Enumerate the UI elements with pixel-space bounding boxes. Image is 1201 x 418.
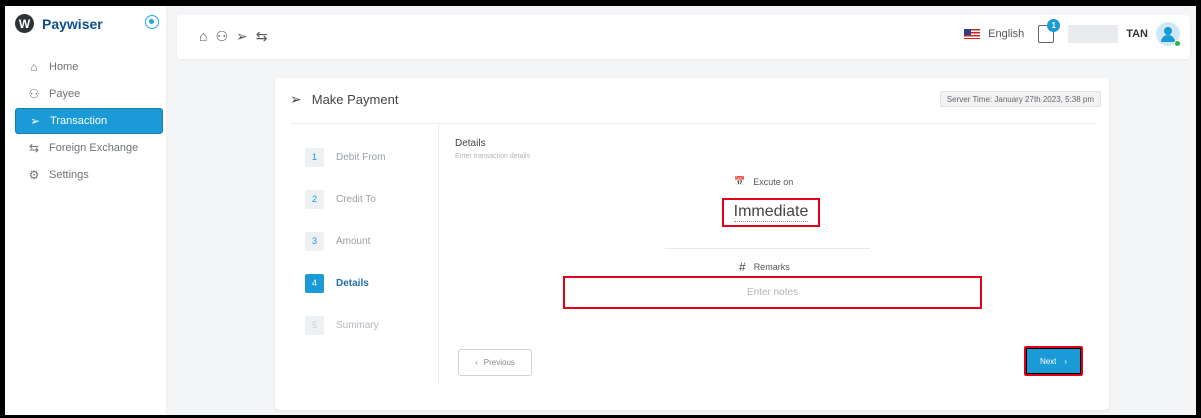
execute-on-label: 📅 Excute on <box>734 176 793 187</box>
step-number: 1 <box>305 147 324 167</box>
user-icon-body <box>1161 35 1175 42</box>
step-number: 3 <box>305 231 324 251</box>
sidebar-toggle-icon[interactable] <box>145 15 159 29</box>
make-payment-card: ➢ Make Payment Server Time: January 27th… <box>275 78 1109 410</box>
previous-label: Previous <box>483 358 515 367</box>
user-icon <box>1164 27 1172 35</box>
gear-icon: ⚙ <box>28 168 40 182</box>
document-icon[interactable]: 1 <box>1038 19 1061 43</box>
sidebar-item-label: Payee <box>49 88 81 100</box>
remarks-input[interactable] <box>563 276 982 309</box>
previous-button[interactable]: ‹ Previous <box>458 349 532 376</box>
exchange-icon[interactable]: ⇆ <box>256 28 268 45</box>
notification-badge: 1 <box>1047 19 1061 32</box>
brand[interactable]: W Paywiser <box>15 14 103 33</box>
exchange-icon: ⇆ <box>28 141 40 155</box>
remarks-label: # Remarks <box>739 260 790 274</box>
step-number: 2 <box>305 189 324 209</box>
remarks-text: Remarks <box>753 262 790 272</box>
calendar-icon: 📅 <box>734 176 746 186</box>
app-window: W Paywiser ⌂ Home ⚇ Payee ➢ Transaction … <box>5 6 1196 415</box>
step-number: 4 <box>305 273 324 293</box>
sidebar-item-settings[interactable]: ⚙ Settings <box>15 162 163 188</box>
step-number: 5 <box>305 315 324 335</box>
user-name[interactable]: TAN <box>1126 28 1148 40</box>
brand-logo: W <box>15 14 34 33</box>
language-selector[interactable]: English <box>988 28 1024 40</box>
top-right-controls: English 1 TAN <box>964 19 1181 47</box>
payee-icon[interactable]: ⚇ <box>215 28 228 45</box>
quick-actions: ⌂ ⚇ ➢ ⇆ <box>199 28 268 45</box>
step-summary: 5 Summary <box>305 304 425 346</box>
sidebar-item-transaction[interactable]: ➢ Transaction <box>15 108 163 134</box>
divider <box>665 248 870 249</box>
sidebar-item-label: Transaction <box>50 115 108 127</box>
user-name-redacted <box>1068 25 1119 43</box>
step-details[interactable]: 4 Details <box>305 262 425 304</box>
payee-icon: ⚇ <box>28 87 40 101</box>
step-list: 1 Debit From 2 Credit To 3 Amount 4 Deta… <box>305 136 425 346</box>
sidebar-item-foreign-exchange[interactable]: ⇆ Foreign Exchange <box>15 135 163 161</box>
step-label: Credit To <box>336 193 376 205</box>
step-credit-to[interactable]: 2 Credit To <box>305 178 425 220</box>
next-button[interactable]: Next › <box>1024 346 1083 376</box>
sidebar-item-payee[interactable]: ⚇ Payee <box>15 81 163 107</box>
online-status-dot <box>1174 40 1181 47</box>
chevron-right-icon: › <box>1064 356 1068 366</box>
execute-on-selector[interactable]: Immediate <box>722 198 820 227</box>
section-title: Details <box>455 138 486 149</box>
step-label: Details <box>336 277 369 289</box>
step-label: Amount <box>336 235 371 247</box>
page-title: Make Payment <box>311 92 399 107</box>
top-bar: ⌂ ⚇ ➢ ⇆ English 1 TAN <box>177 15 1190 59</box>
step-label: Summary <box>336 319 379 331</box>
sidebar-nav: ⌂ Home ⚇ Payee ➢ Transaction ⇆ Foreign E… <box>15 54 163 189</box>
hash-icon: # <box>739 260 746 274</box>
send-icon: ➢ <box>29 114 41 128</box>
home-icon: ⌂ <box>30 60 38 74</box>
server-time: Server Time: January 27th 2023, 5:38 pm <box>939 91 1101 107</box>
home-icon[interactable]: ⌂ <box>199 28 207 45</box>
section-subtitle: Enter transaction details <box>455 153 531 160</box>
step-label: Debit From <box>336 151 386 163</box>
card-header: ➢ Make Payment <box>290 91 398 108</box>
divider <box>438 124 439 384</box>
divider <box>290 123 1097 124</box>
sidebar: W Paywiser ⌂ Home ⚇ Payee ➢ Transaction … <box>5 6 167 415</box>
sidebar-item-label: Home <box>49 61 79 73</box>
step-debit-from[interactable]: 1 Debit From <box>305 136 425 178</box>
send-icon[interactable]: ➢ <box>236 28 248 45</box>
send-icon: ➢ <box>290 91 302 107</box>
execute-on-text: Excute on <box>753 176 794 187</box>
sidebar-item-label: Settings <box>49 169 89 181</box>
execute-on-value: Immediate <box>733 203 809 222</box>
avatar[interactable] <box>1156 22 1181 47</box>
step-amount[interactable]: 3 Amount <box>305 220 425 262</box>
brand-name: Paywiser <box>42 15 103 32</box>
chevron-left-icon: ‹ <box>475 358 478 367</box>
next-label: Next <box>1039 356 1057 366</box>
us-flag-icon[interactable] <box>964 29 981 39</box>
sidebar-item-home[interactable]: ⌂ Home <box>15 54 163 80</box>
sidebar-item-label: Foreign Exchange <box>49 142 139 154</box>
